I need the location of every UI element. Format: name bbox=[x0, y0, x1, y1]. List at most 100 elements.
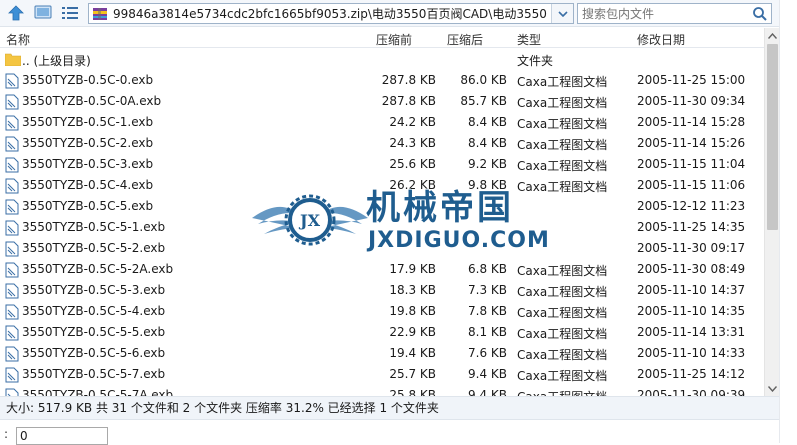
file-date: 2005-11-10 14:37 bbox=[637, 283, 746, 297]
table-row[interactable]: 3550TYZB-0.5C-3.exb 25.6 KB 9.2 KB Caxa工… bbox=[0, 154, 764, 175]
column-type[interactable]: 类型 bbox=[517, 31, 541, 48]
file-name: 3550TYZB-0.5C-5-3.exb bbox=[22, 283, 166, 297]
file-name: 3550TYZB-0.5C-5-5.exb bbox=[22, 325, 166, 339]
file-type: 文件夹 bbox=[517, 54, 554, 68]
desktop-icon[interactable] bbox=[33, 3, 53, 23]
file-size: 24.3 KB bbox=[389, 136, 436, 150]
file-name: 3550TYZB-0.5C-2.exb bbox=[22, 136, 154, 150]
document-icon bbox=[5, 346, 19, 362]
toolbar: 99846a3814e5734cdc2bfc1665bf9053.zip\电动3… bbox=[0, 0, 797, 27]
path-field[interactable]: 99846a3814e5734cdc2bfc1665bf9053.zip\电动3… bbox=[88, 3, 574, 24]
file-packed: 7.3 KB bbox=[468, 283, 507, 297]
document-icon bbox=[5, 199, 19, 215]
list-view-icon[interactable] bbox=[60, 3, 80, 23]
watermark-logo: JX 机械帝国 JXDIGUO.COM bbox=[250, 180, 550, 260]
watermark-subtitle: JXDIGUO.COM bbox=[368, 228, 550, 253]
table-row[interactable]: 3550TYZB-0.5C-5-7.exb 25.7 KB 9.4 KB Cax… bbox=[0, 364, 764, 385]
file-type: Caxa工程图文档 bbox=[517, 348, 608, 362]
file-name: 3550TYZB-0.5C-5-2A.exb bbox=[22, 262, 174, 276]
document-icon bbox=[5, 73, 19, 89]
document-icon bbox=[5, 94, 19, 110]
file-name: 3550TYZB-0.5C-5-7A.exb bbox=[22, 388, 174, 396]
file-name: 3550TYZB-0.5C-5-2.exb bbox=[22, 241, 166, 255]
file-date: 2005-12-12 11:23 bbox=[637, 199, 746, 213]
file-type: Caxa工程图文档 bbox=[517, 159, 608, 173]
table-row[interactable]: 3550TYZB-0.5C-5-6.exb 19.4 KB 7.6 KB Cax… bbox=[0, 343, 764, 364]
document-icon bbox=[5, 136, 19, 152]
document-icon bbox=[5, 157, 19, 173]
file-name: 3550TYZB-0.5C-5-4.exb bbox=[22, 304, 166, 318]
file-type: Caxa工程图文档 bbox=[517, 96, 608, 110]
chevron-down-icon[interactable] bbox=[551, 4, 573, 23]
file-date: 2005-11-10 14:33 bbox=[637, 346, 746, 360]
document-icon bbox=[5, 262, 19, 278]
file-packed: 9.2 KB bbox=[468, 157, 507, 171]
document-icon bbox=[5, 325, 19, 341]
file-name: 3550TYZB-0.5C-5-7.exb bbox=[22, 367, 166, 381]
table-row[interactable]: 3550TYZB-0.5C-5-3.exb 18.3 KB 7.3 KB Cax… bbox=[0, 280, 764, 301]
table-row[interactable]: 3550TYZB-0.5C-5-2A.exb 17.9 KB 6.8 KB Ca… bbox=[0, 259, 764, 280]
bottom-input[interactable]: 0 bbox=[16, 427, 108, 445]
file-type: Caxa工程图文档 bbox=[517, 264, 608, 278]
table-row[interactable]: 3550TYZB-0.5C-5-7A.exb 25.8 KB 9.4 KB Ca… bbox=[0, 385, 764, 396]
document-icon bbox=[5, 283, 19, 299]
document-icon bbox=[5, 178, 19, 194]
winged-gear-icon: JX bbox=[252, 194, 368, 246]
status-bar: 大小: 517.9 KB 共 31 个文件和 2 个文件夹 压缩率 31.2% … bbox=[0, 396, 779, 420]
file-date: 2005-11-25 14:35 bbox=[637, 220, 746, 234]
document-icon bbox=[5, 304, 19, 320]
table-row[interactable]: 3550TYZB-0.5C-0.exb 287.8 KB 86.0 KB Cax… bbox=[0, 70, 764, 91]
file-packed: 7.6 KB bbox=[468, 346, 507, 360]
file-packed: 9.4 KB bbox=[468, 367, 507, 381]
file-size: 19.4 KB bbox=[389, 346, 436, 360]
file-date: 2005-11-30 09:17 bbox=[637, 241, 746, 255]
table-row[interactable]: 3550TYZB-0.5C-5-5.exb 22.9 KB 8.1 KB Cax… bbox=[0, 322, 764, 343]
file-date: 2005-11-30 08:49 bbox=[637, 262, 746, 276]
file-name: 3550TYZB-0.5C-3.exb bbox=[22, 157, 154, 171]
document-icon bbox=[5, 388, 19, 396]
file-type: Caxa工程图文档 bbox=[517, 117, 608, 131]
file-name: 3550TYZB-0.5C-5-1.exb bbox=[22, 220, 166, 234]
file-name: 3550TYZB-0.5C-4.exb bbox=[22, 178, 154, 192]
table-row[interactable]: 3550TYZB-0.5C-5-4.exb 19.8 KB 7.8 KB Cax… bbox=[0, 301, 764, 322]
file-type: Caxa工程图文档 bbox=[517, 306, 608, 320]
file-name: 3550TYZB-0.5C-5-6.exb bbox=[22, 346, 166, 360]
file-date: 2005-11-25 15:00 bbox=[637, 73, 746, 87]
scroll-up-arrow-icon[interactable] bbox=[765, 28, 780, 43]
file-size: 19.8 KB bbox=[389, 304, 436, 318]
file-size: 25.7 KB bbox=[389, 367, 436, 381]
file-date: 2005-11-25 14:12 bbox=[637, 367, 746, 381]
file-name: 3550TYZB-0.5C-1.exb bbox=[22, 115, 154, 129]
window-edge bbox=[779, 0, 797, 443]
search-input[interactable] bbox=[577, 3, 772, 24]
file-name: 3550TYZB-0.5C-5.exb bbox=[22, 199, 154, 213]
column-date[interactable]: 修改日期 bbox=[637, 31, 685, 48]
table-row[interactable]: 3550TYZB-0.5C-1.exb 24.2 KB 8.4 KB Caxa工… bbox=[0, 112, 764, 133]
file-size: 17.9 KB bbox=[389, 262, 436, 276]
file-date: 2005-11-15 11:06 bbox=[637, 178, 746, 192]
file-size: 287.8 KB bbox=[381, 94, 436, 108]
file-packed: 8.1 KB bbox=[468, 325, 507, 339]
table-row[interactable]: 3550TYZB-0.5C-0A.exb 287.8 KB 85.7 KB Ca… bbox=[0, 91, 764, 112]
table-row[interactable]: 3550TYZB-0.5C-2.exb 24.3 KB 8.4 KB Caxa工… bbox=[0, 133, 764, 154]
scroll-down-arrow-icon[interactable] bbox=[765, 381, 780, 396]
path-text: 99846a3814e5734cdc2bfc1665bf9053.zip\电动3… bbox=[113, 7, 551, 21]
document-icon bbox=[5, 115, 19, 131]
column-packed[interactable]: 压缩后 bbox=[447, 31, 483, 48]
search-icon[interactable] bbox=[752, 6, 768, 22]
file-size: 25.8 KB bbox=[389, 388, 436, 396]
logo-badge-text: JX bbox=[298, 211, 321, 230]
file-date: 2005-11-30 09:34 bbox=[637, 94, 746, 108]
column-name[interactable]: 名称 bbox=[6, 31, 30, 48]
file-packed: 86.0 KB bbox=[460, 73, 507, 87]
list-item[interactable]: .. (上级目录) 文件夹 bbox=[0, 49, 764, 70]
column-size[interactable]: 压缩前 bbox=[376, 31, 412, 48]
file-date: 2005-11-15 11:04 bbox=[637, 157, 746, 171]
scrollbar-thumb[interactable] bbox=[767, 44, 778, 230]
vertical-scrollbar[interactable] bbox=[764, 28, 779, 396]
file-type: Caxa工程图文档 bbox=[517, 285, 608, 299]
file-size: 24.2 KB bbox=[389, 115, 436, 129]
file-packed: 6.8 KB bbox=[468, 262, 507, 276]
up-arrow-icon[interactable] bbox=[6, 3, 26, 23]
file-name: 3550TYZB-0.5C-0.exb bbox=[22, 73, 154, 87]
